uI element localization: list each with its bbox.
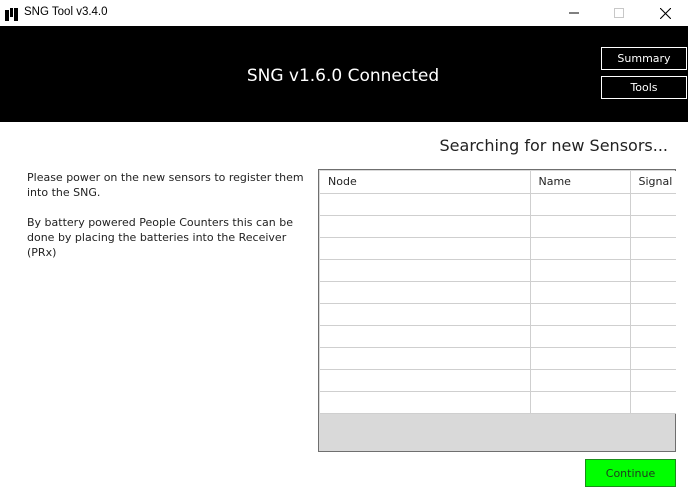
table-row[interactable] bbox=[320, 258, 676, 282]
table-header-row: Node Name Signal bbox=[320, 171, 676, 194]
table-cell bbox=[529, 258, 631, 282]
maximize-button[interactable] bbox=[596, 0, 642, 26]
table-row[interactable] bbox=[320, 302, 676, 326]
header-bar: SNG v1.6.0 Connected Summary Tools bbox=[0, 26, 688, 122]
close-button[interactable] bbox=[642, 0, 688, 26]
table-cell bbox=[320, 302, 531, 326]
minimize-icon bbox=[569, 12, 579, 14]
tools-button[interactable]: Tools bbox=[601, 76, 687, 99]
table-cell bbox=[529, 390, 631, 414]
table-cell bbox=[320, 192, 531, 216]
instruction-text: Please power on the new sensors to regis… bbox=[27, 171, 304, 199]
table-cell bbox=[529, 192, 631, 216]
table-cell bbox=[629, 258, 676, 282]
window-title: SNG Tool v3.4.0 bbox=[24, 6, 108, 18]
table-cell bbox=[629, 390, 676, 414]
table-row[interactable] bbox=[320, 368, 676, 392]
table-row[interactable] bbox=[320, 280, 676, 304]
close-icon bbox=[659, 7, 671, 19]
search-status: Searching for new Sensors... bbox=[439, 136, 668, 155]
table-row[interactable] bbox=[320, 390, 676, 414]
summary-button[interactable]: Summary bbox=[601, 47, 687, 70]
table-cell bbox=[320, 346, 531, 370]
table-cell bbox=[320, 258, 531, 282]
table-row[interactable] bbox=[320, 192, 676, 216]
column-header-node[interactable]: Node bbox=[320, 171, 531, 194]
table-cell bbox=[320, 236, 531, 260]
app-logo-icon bbox=[5, 6, 18, 21]
table-row[interactable] bbox=[320, 236, 676, 260]
table-cell bbox=[629, 280, 676, 304]
table-cell bbox=[320, 324, 531, 348]
connection-status: SNG v1.6.0 Connected bbox=[246, 66, 440, 86]
continue-button[interactable]: Continue bbox=[585, 459, 676, 487]
instructions: Please power on the new sensors to regis… bbox=[27, 170, 307, 260]
table-row[interactable] bbox=[320, 324, 676, 348]
table-cell bbox=[629, 236, 676, 260]
table-cell bbox=[629, 192, 676, 216]
table-cell bbox=[629, 346, 676, 370]
table-cell bbox=[529, 280, 631, 304]
table-cell bbox=[529, 368, 631, 392]
table-cell bbox=[529, 302, 631, 326]
minimize-button[interactable] bbox=[551, 0, 597, 26]
title-bar: SNG Tool v3.4.0 bbox=[0, 0, 688, 26]
column-header-signal[interactable]: Signal bbox=[629, 171, 676, 194]
table-cell bbox=[320, 214, 531, 238]
table-cell bbox=[629, 302, 676, 326]
table-cell bbox=[320, 368, 531, 392]
table-cell bbox=[529, 214, 631, 238]
table-cell bbox=[529, 324, 631, 348]
column-header-name[interactable]: Name bbox=[529, 171, 631, 194]
maximize-icon bbox=[614, 8, 624, 18]
table-cell bbox=[629, 324, 676, 348]
table-cell bbox=[320, 280, 531, 304]
table-row[interactable] bbox=[320, 346, 676, 370]
table-cell bbox=[529, 236, 631, 260]
table-cell bbox=[529, 346, 631, 370]
table-row[interactable] bbox=[320, 214, 676, 238]
table-cell bbox=[629, 368, 676, 392]
sensor-table: Node Name Signal bbox=[318, 169, 676, 452]
table-cell bbox=[629, 214, 676, 238]
instruction-text: By battery powered People Counters this … bbox=[27, 216, 294, 259]
table-cell bbox=[320, 390, 531, 414]
